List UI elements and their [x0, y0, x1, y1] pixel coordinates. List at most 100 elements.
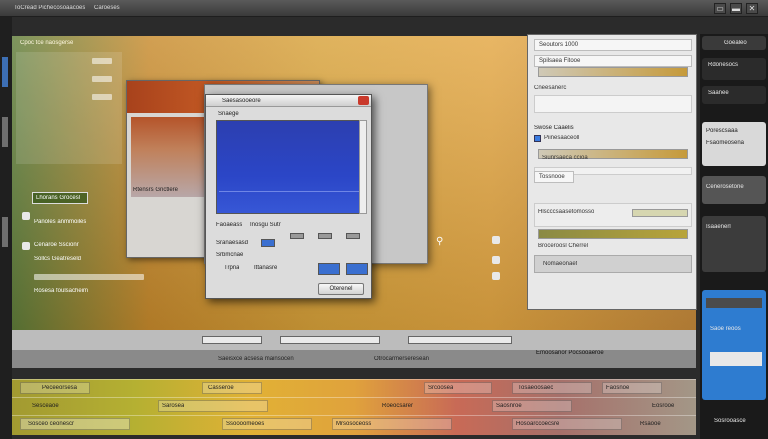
status-text: Saeisxce acsesa mainsocen	[218, 356, 294, 362]
left-toolbar	[0, 17, 12, 439]
sidebar-header: Goealeo	[702, 36, 766, 50]
status-strip: Saeisxce acsesa mainsocen Otrocarmersere…	[12, 350, 696, 368]
sidebar-item-label: Rdonesocs	[708, 62, 739, 68]
clip-label: Sesceaoe	[32, 403, 59, 409]
list-item[interactable]	[92, 58, 112, 64]
transport-field[interactable]	[408, 336, 512, 344]
sidebar-item-label: Saanee	[708, 90, 729, 96]
clip-label: Mrsosoceoss	[336, 421, 372, 427]
timeline-track	[12, 379, 696, 397]
option-icon[interactable]	[290, 233, 304, 239]
option-icon[interactable]	[261, 239, 275, 247]
list-item-label[interactable]: Panoles anmmoiles	[34, 219, 86, 225]
section-title: Swose Caaelis	[534, 125, 574, 131]
clip-label: Hosoarccoecsre	[516, 421, 560, 427]
tool-icon[interactable]	[492, 272, 500, 280]
gear-icon[interactable]	[22, 212, 30, 220]
status-text: Emoosanor Pocsooaeroe	[536, 350, 604, 356]
workspace-title: Cpoc tce naosgerse	[20, 40, 74, 46]
dialog-title-bar: Saesasooeore	[206, 95, 371, 107]
sidebar-card[interactable]	[710, 352, 762, 366]
clip-label: Peceeorsesa	[42, 385, 78, 391]
option-icon[interactable]	[346, 233, 360, 239]
close-button[interactable]: ✕	[746, 3, 758, 14]
menu-label[interactable]: Caroeses	[94, 5, 120, 11]
property-box	[534, 95, 692, 113]
clip-label: Faosnoe	[606, 385, 630, 391]
dialog-label: Inosgu Sutr	[250, 222, 281, 228]
property-field[interactable]: Spilsaea Fitooe	[534, 55, 692, 67]
input-field[interactable]	[632, 209, 688, 217]
transport-field[interactable]	[202, 336, 262, 344]
title-bar: ToCread Pichecosoaacoes Caroeses ▭ ▬ ✕	[0, 0, 768, 17]
dialog-close-button[interactable]	[358, 96, 369, 105]
left-panel	[16, 52, 122, 164]
dialog-label: Faoaeass	[216, 222, 243, 228]
sidebar-item[interactable]: Cenerosetone	[702, 176, 766, 204]
dialog-label: Ittanasre	[254, 265, 278, 271]
sidebar-header-label: Goealeo	[724, 40, 747, 46]
transport-bar	[12, 330, 696, 350]
image-preview	[216, 120, 362, 214]
progress-bar	[538, 67, 688, 77]
sidebar-item-label: Sosrooasce	[714, 418, 746, 424]
sidebar-card[interactable]: Porescsaaa Fsaomeosena	[702, 122, 766, 166]
clip-label: Srcoosea	[428, 385, 454, 391]
sidebar-item-label: Cenerosetone	[706, 184, 744, 190]
tool-icon[interactable]	[2, 117, 8, 147]
background-window-label: Rtensrs Gnctlere	[133, 187, 179, 193]
panel-header: Lhorans Grocesl	[32, 192, 88, 204]
dialog-label: Sranaesasd	[216, 240, 249, 246]
sidebar-item-label: Porescsaaa	[706, 128, 738, 134]
list-item[interactable]	[92, 76, 112, 82]
image-dialog[interactable]: Saesasooeore Snaege Faoaeass Inosgu Sutr…	[205, 94, 372, 299]
progress-bar	[538, 229, 688, 239]
sidebar-item[interactable]: Isaaenerl	[702, 216, 766, 272]
ok-button[interactable]: Oterenel	[318, 283, 364, 295]
list-item-label[interactable]: Cenaroe Sscionr	[34, 242, 79, 248]
properties-panel: Seoutors 1000 Spilsaea Fitooe Cneesanerc…	[527, 34, 697, 310]
clip-label: Eosrooe	[652, 403, 675, 409]
dialog-label: Srbmcnae	[216, 252, 244, 258]
tool-icon[interactable]	[492, 236, 500, 244]
property-label: Siunrsaeca ccioa	[542, 155, 588, 161]
preview-baseline	[219, 191, 359, 192]
list-item-label[interactable]: Sollcs Geatreseld	[34, 256, 81, 262]
thumbnail[interactable]	[318, 263, 340, 275]
status-text: Otrocarmerseresean	[374, 356, 430, 362]
minimize-button[interactable]: ▭	[714, 3, 726, 14]
sidebar-item[interactable]: Saanee	[702, 86, 766, 104]
sidebar-panel: Saoe reoos	[702, 290, 766, 400]
dialog-label: Trpna	[224, 265, 240, 271]
tool-icon[interactable]	[2, 217, 8, 247]
thumbnail[interactable]	[346, 263, 368, 275]
property-label: Hlscccsaasetomosso	[538, 209, 595, 215]
maximize-button[interactable]: ▬	[730, 3, 742, 14]
list-item-label[interactable]: Rosesa foulsacheim	[34, 288, 88, 294]
sidebar-item-label: Fsaomeosena	[706, 140, 745, 146]
checkbox[interactable]	[534, 135, 541, 142]
list-item[interactable]	[92, 94, 112, 100]
progress-row	[34, 274, 144, 280]
tool-icon[interactable]	[2, 57, 8, 87]
option-icon[interactable]	[318, 233, 332, 239]
property-field[interactable]: Tossnooe	[534, 171, 574, 183]
cursor-icon: ⚲	[436, 236, 444, 247]
preview-scrollbar[interactable]	[359, 120, 367, 214]
clip-label: Sarosea	[162, 403, 185, 409]
clip-label: Sosceo ceonescr	[28, 421, 75, 427]
transport-field[interactable]	[280, 336, 380, 344]
property-field[interactable]: Seoutors 1000	[534, 39, 692, 51]
timeline-track	[12, 397, 696, 415]
sidebar-item-label: Isaaenerl	[706, 224, 731, 230]
layer-icon[interactable]	[22, 242, 30, 250]
clip-label: Ssoooomeoes	[226, 421, 265, 427]
sidebar-item[interactable]: Rdonesocs	[702, 58, 766, 80]
property-label: Nomaeonaet	[543, 261, 578, 267]
app-title: ToCread Pichecosoaacoes	[14, 5, 86, 11]
clip-label: Tosaeoosaec	[518, 385, 554, 391]
dialog-title: Saesasooeore	[222, 98, 261, 104]
tool-icon[interactable]	[492, 256, 500, 264]
sidebar-field[interactable]	[706, 298, 762, 308]
clip-label: Saosnroe	[496, 403, 522, 409]
